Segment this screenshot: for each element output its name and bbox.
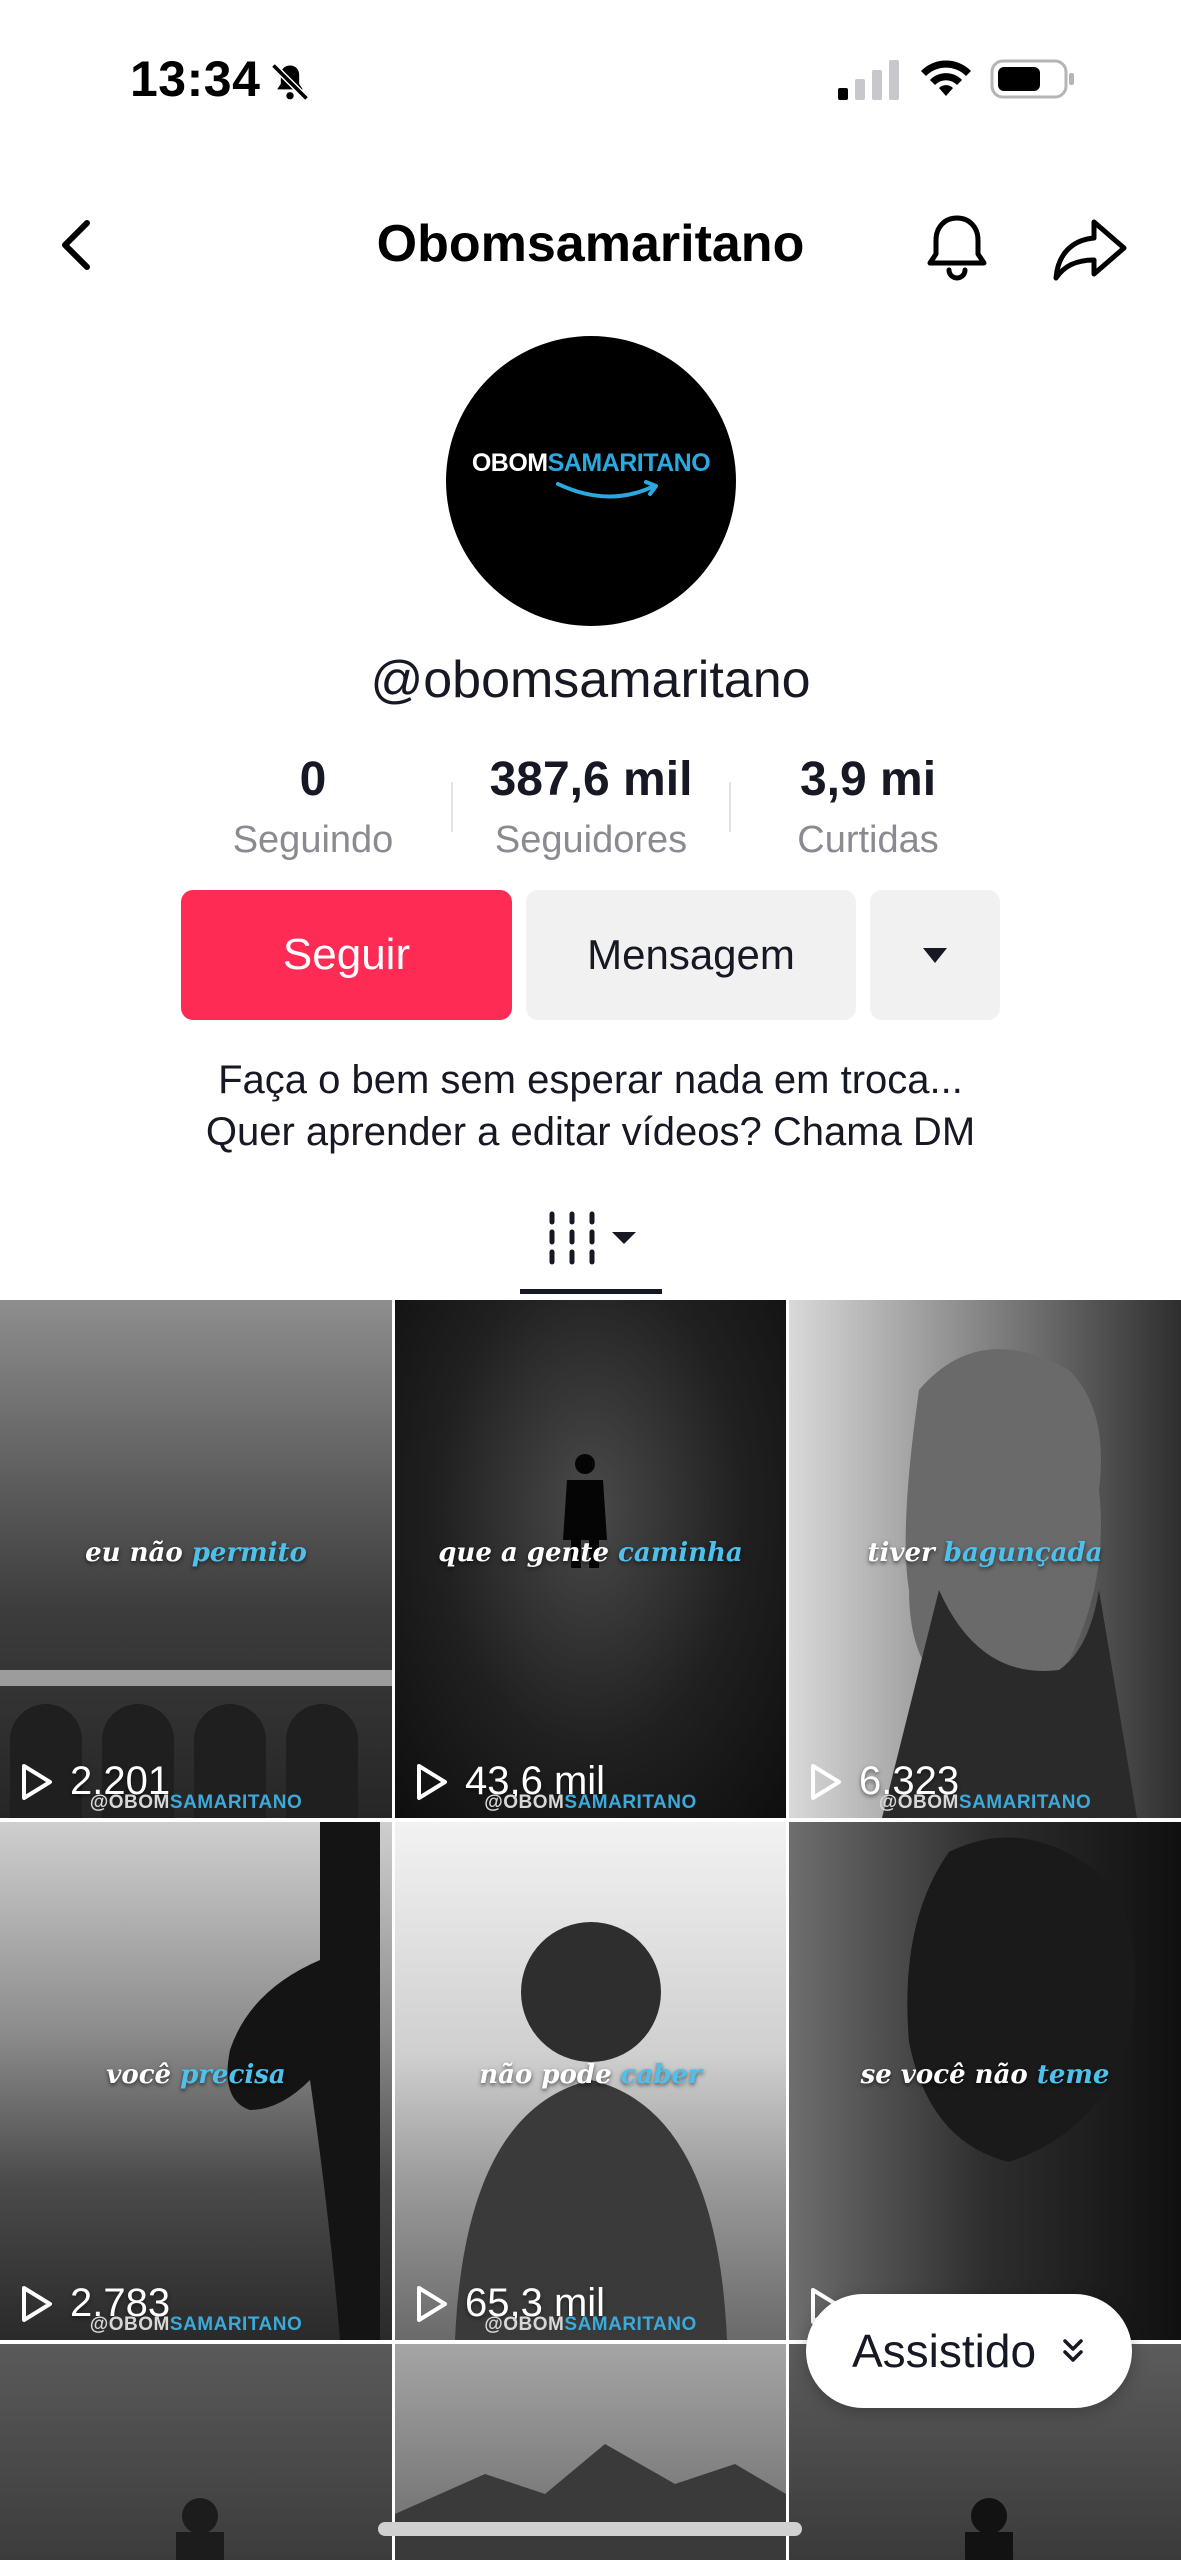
suggested-accounts-button[interactable] xyxy=(870,890,1000,1020)
watched-label: Assistido xyxy=(851,2325,1037,2377)
home-indicator[interactable] xyxy=(378,2522,802,2536)
video-watermark: @OBOMSAMARITANO xyxy=(484,2314,697,2335)
bell-off-icon xyxy=(271,63,309,101)
follow-button[interactable]: Seguir xyxy=(181,890,512,1020)
video-tile[interactable]: que a gente caminha 43,6 mil @OBOMSAMARI… xyxy=(395,1300,786,1818)
username: @obomsamaritano xyxy=(370,651,811,709)
video-watermark: @OBOMSAMARITANO xyxy=(484,1792,697,1813)
video-watermark: @OBOMSAMARITANO xyxy=(89,2314,303,2335)
status-bar: 13:34 xyxy=(0,0,1181,160)
video-caption: se você não teme xyxy=(860,2060,1110,2090)
stat-followers-value: 387,6 mil xyxy=(489,753,693,806)
stat-following-value: 0 xyxy=(299,753,327,806)
video-caption: não pode caber xyxy=(479,2060,702,2090)
video-tile[interactable]: não pode caber 65,3 mil @OBOMSAMARITANO xyxy=(395,1822,786,2340)
stat-divider xyxy=(729,782,731,832)
stat-likes[interactable]: 3,9 mi Curtidas xyxy=(738,752,998,862)
stat-following-label: Seguindo xyxy=(232,819,394,861)
bio-line: Quer aprender a editar vídeos? Chama DM xyxy=(205,1110,976,1154)
video-caption: eu não permito xyxy=(85,1538,307,1568)
bio-line: Faça o bem sem esperar nada em troca... xyxy=(218,1058,963,1102)
video-tile[interactable]: tiver bagunçada 6.323 @OBOMSAMARITANO xyxy=(789,1300,1181,1818)
stat-likes-label: Curtidas xyxy=(797,819,939,861)
video-caption: tiver bagunçada xyxy=(867,1538,1103,1568)
tab-videos[interactable] xyxy=(520,1196,662,1294)
wifi-icon xyxy=(921,60,971,96)
cellular-signal-icon xyxy=(838,60,899,100)
stat-followers[interactable]: 387,6 mil Seguidores xyxy=(461,752,721,862)
battery-icon xyxy=(990,59,1074,99)
video-caption: que a gente caminha xyxy=(438,1538,743,1568)
profile-stats: 0 Seguindo 387,6 mil Seguidores 3,9 mi C… xyxy=(0,752,1181,872)
avatar[interactable]: OBOMSAMARITANO xyxy=(446,336,736,626)
profile-header: Obomsamaritano xyxy=(0,190,1181,300)
video-tile[interactable]: eu não permito 2.201 @OBOMSAMARITANO xyxy=(0,1300,392,1818)
bell-icon[interactable] xyxy=(920,210,994,284)
double-chevron-down-icon xyxy=(1063,2339,1083,2362)
stat-following[interactable]: 0 Seguindo xyxy=(183,752,443,862)
videos-grid-icon xyxy=(549,1211,636,1265)
message-button[interactable]: Mensagem xyxy=(526,890,856,1020)
caret-down-icon xyxy=(923,947,947,963)
video-caption: você precisa xyxy=(106,2060,286,2090)
avatar-logo: OBOMSAMARITANO xyxy=(471,448,711,477)
tab-underline xyxy=(520,1289,662,1294)
video-watermark: @OBOMSAMARITANO xyxy=(878,1792,1092,1813)
stat-likes-value: 3,9 mi xyxy=(799,753,937,806)
smile-arrow-icon xyxy=(556,479,658,498)
status-time: 13:34 xyxy=(130,51,261,107)
video-watermark: @OBOMSAMARITANO xyxy=(89,1792,303,1813)
share-icon[interactable] xyxy=(1050,214,1130,284)
video-tile[interactable]: você precisa 2.783 @OBOMSAMARITANO xyxy=(0,1822,392,2340)
stat-followers-label: Seguidores xyxy=(494,819,688,861)
video-tile[interactable] xyxy=(0,2344,392,2560)
watched-filter-button[interactable]: Assistido xyxy=(806,2294,1132,2408)
video-tile[interactable]: se você não teme xyxy=(789,1822,1181,2340)
page-title: Obomsamaritano xyxy=(376,215,805,273)
bio: Faça o bem sem esperar nada em troca... … xyxy=(0,1054,1181,1158)
stat-divider xyxy=(451,782,453,832)
